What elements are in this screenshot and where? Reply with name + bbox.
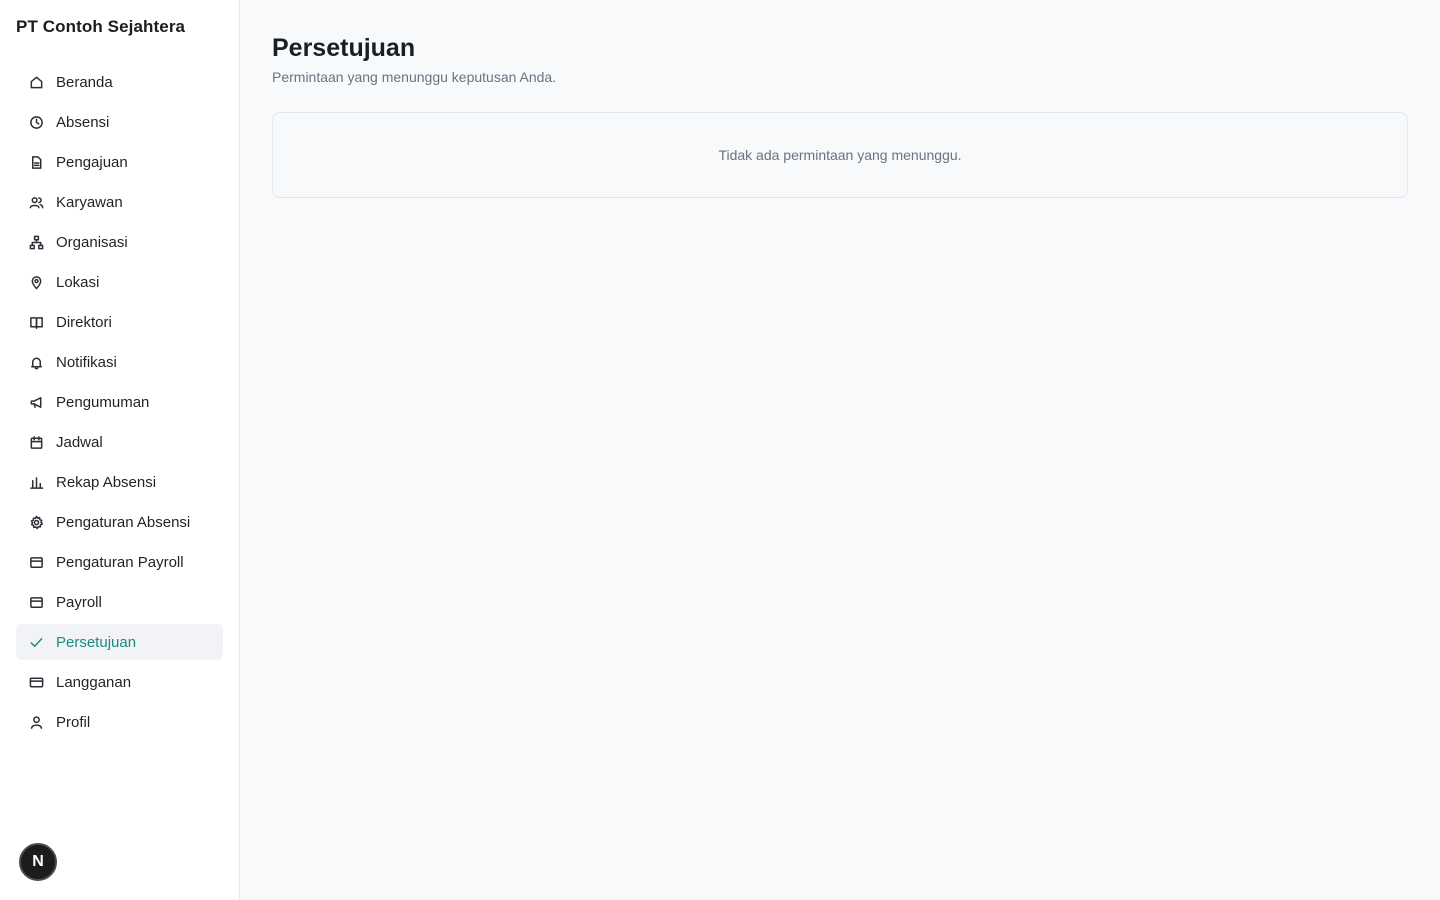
sidebar: PT Contoh Sejahtera Beranda Absensi Peng… <box>0 0 240 900</box>
bar-chart-icon <box>28 474 44 490</box>
sidebar-nav: Beranda Absensi Pengajuan Karyawan Organ… <box>16 64 223 744</box>
sidebar-item-label: Rekap Absensi <box>56 473 157 491</box>
sidebar-item-label: Absensi <box>56 113 110 131</box>
empty-state-message: Tidak ada permintaan yang menunggu. <box>718 147 962 163</box>
home-icon <box>28 74 44 90</box>
book-icon <box>28 314 44 330</box>
sidebar-item-organisasi[interactable]: Organisasi <box>16 224 223 260</box>
file-icon <box>28 154 44 170</box>
sidebar-item-label: Persetujuan <box>56 633 137 651</box>
sidebar-item-label: Lokasi <box>56 273 100 291</box>
sidebar-item-label: Karyawan <box>56 193 123 211</box>
sidebar-item-direktori[interactable]: Direktori <box>16 304 223 340</box>
sidebar-item-label: Notifikasi <box>56 353 117 371</box>
credit-card-icon <box>28 674 44 690</box>
clock-icon <box>28 114 44 130</box>
sidebar-item-payroll[interactable]: Payroll <box>16 584 223 620</box>
sidebar-item-lokasi[interactable]: Lokasi <box>16 264 223 300</box>
sidebar-item-label: Langganan <box>56 673 132 691</box>
empty-state-card: Tidak ada permintaan yang menunggu. <box>272 112 1408 198</box>
sidebar-item-label: Jadwal <box>56 433 103 451</box>
avatar[interactable]: N <box>19 843 57 881</box>
sidebar-item-karyawan[interactable]: Karyawan <box>16 184 223 220</box>
company-name: PT Contoh Sejahtera <box>16 17 186 36</box>
sidebar-item-persetujuan[interactable]: Persetujuan <box>16 624 223 660</box>
sidebar-item-jadwal[interactable]: Jadwal <box>16 424 223 460</box>
sidebar-item-label: Beranda <box>56 73 113 91</box>
sidebar-item-absensi[interactable]: Absensi <box>16 104 223 140</box>
page-title: Persetujuan <box>272 34 416 62</box>
sidebar-item-label: Pengaturan Payroll <box>56 553 184 571</box>
sidebar-item-label: Organisasi <box>56 233 128 251</box>
wallet-icon <box>28 594 44 610</box>
sidebar-item-rekap-absensi[interactable]: Rekap Absensi <box>16 464 223 500</box>
sidebar-item-label: Pengumuman <box>56 393 150 411</box>
org-chart-icon <box>28 234 44 250</box>
sidebar-item-beranda[interactable]: Beranda <box>16 64 223 100</box>
page-subtitle: Permintaan yang menunggu keputusan Anda. <box>272 69 557 85</box>
avatar-letter: N <box>32 853 44 870</box>
map-pin-icon <box>28 274 44 290</box>
sidebar-item-label: Direktori <box>56 313 112 331</box>
sidebar-item-pengajuan[interactable]: Pengajuan <box>16 144 223 180</box>
sidebar-item-langganan[interactable]: Langganan <box>16 664 223 700</box>
gear-icon <box>28 514 44 530</box>
sidebar-item-profil[interactable]: Profil <box>16 704 223 740</box>
sidebar-item-pengumuman[interactable]: Pengumuman <box>16 384 223 420</box>
sidebar-item-notifikasi[interactable]: Notifikasi <box>16 344 223 380</box>
sidebar-item-label: Pengaturan Absensi <box>56 513 191 531</box>
calendar-icon <box>28 434 44 450</box>
sidebar-item-label: Pengajuan <box>56 153 128 171</box>
users-icon <box>28 194 44 210</box>
megaphone-icon <box>28 394 44 410</box>
user-icon <box>28 714 44 730</box>
sidebar-item-pengaturan-payroll[interactable]: Pengaturan Payroll <box>16 544 223 580</box>
sidebar-item-label: Profil <box>56 713 91 731</box>
bell-icon <box>28 354 44 370</box>
sidebar-item-pengaturan-absensi[interactable]: Pengaturan Absensi <box>16 504 223 540</box>
sidebar-item-label: Payroll <box>56 593 102 611</box>
wallet-icon <box>28 554 44 570</box>
check-icon <box>28 634 44 650</box>
